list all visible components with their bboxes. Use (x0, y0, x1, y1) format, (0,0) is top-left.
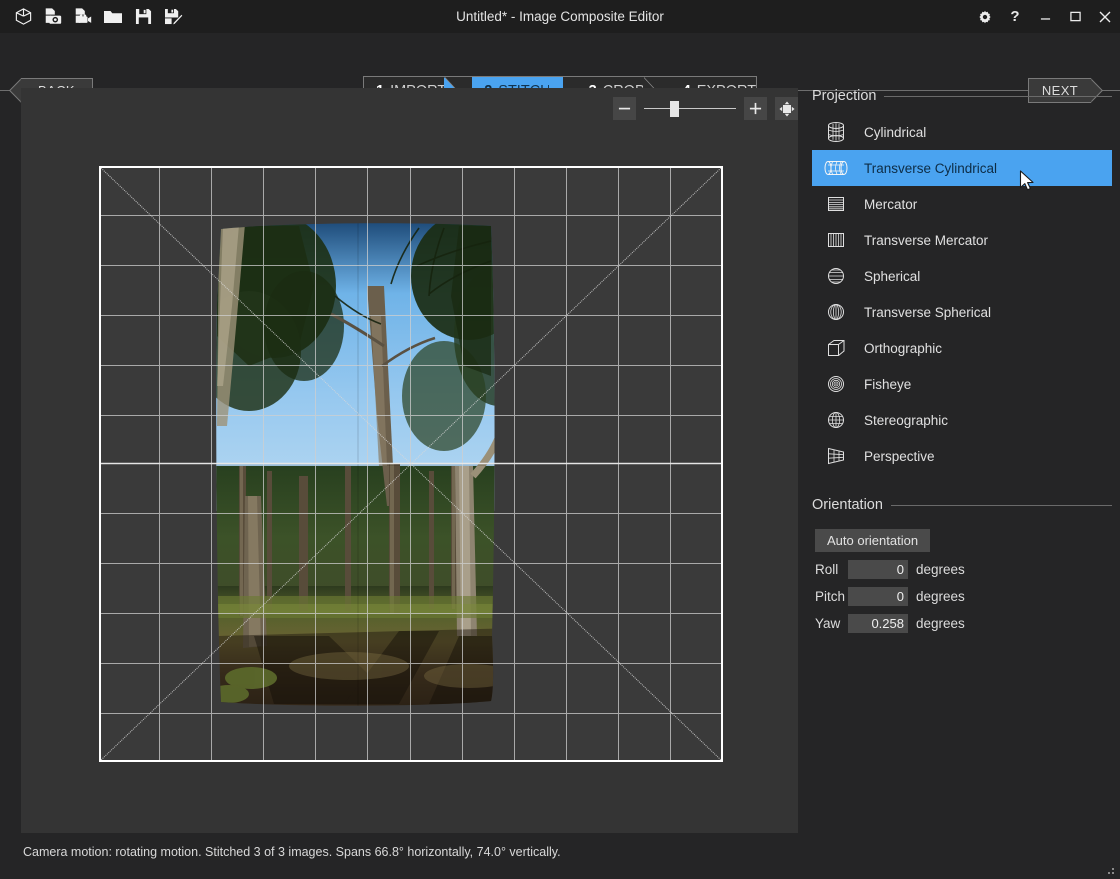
projection-list: Cylindrical Transverse Cylindrical Merca… (812, 114, 1112, 474)
projection-item-label: Transverse Mercator (864, 232, 989, 248)
plus-icon (749, 102, 762, 115)
projection-item-transverse-spherical[interactable]: Transverse Spherical (812, 294, 1112, 330)
new-panorama-button[interactable] (8, 3, 38, 31)
close-icon (1099, 11, 1111, 22)
projection-item-label: Fisheye (864, 376, 912, 392)
orientation-heading: Orientation (812, 497, 883, 513)
projection-heading: Projection (812, 88, 877, 104)
zoom-out-button[interactable] (613, 97, 636, 120)
projection-item-transverse-cylindrical[interactable]: Transverse Cylindrical (812, 150, 1112, 186)
projection-item-mercator[interactable]: Mercator (812, 186, 1112, 222)
close-button[interactable] (1090, 2, 1120, 32)
projection-item-label: Perspective (864, 448, 935, 464)
help-button[interactable]: ? (1000, 2, 1030, 32)
roll-input[interactable]: 0 (848, 560, 908, 579)
new-panorama-icon (15, 8, 31, 25)
save-button[interactable] (128, 3, 158, 31)
help-icon: ? (1010, 8, 1020, 25)
save-as-button[interactable] (158, 3, 188, 31)
save-icon (135, 8, 151, 25)
add-images-icon (45, 8, 62, 24)
transverse-mercator-icon (822, 227, 850, 253)
title-bar: Untitled* - Image Composite Editor ? (0, 0, 1120, 33)
resize-grip-icon[interactable] (1104, 864, 1116, 876)
settings-button[interactable] (970, 2, 1000, 32)
minimize-button[interactable] (1030, 2, 1060, 32)
yaw-input[interactable]: 0.258 (848, 614, 908, 633)
status-message: Camera motion: rotating motion. Stitched… (23, 845, 561, 859)
main-toolbar (0, 3, 188, 31)
status-bar: Camera motion: rotating motion. Stitched… (0, 840, 1120, 879)
fisheye-icon (822, 371, 850, 397)
yaw-row: Yaw 0.258 degrees (815, 614, 1112, 633)
projection-item-spherical[interactable]: Spherical (812, 258, 1112, 294)
mercator-icon (822, 191, 850, 217)
projection-section-header: Projection (812, 88, 1112, 104)
save-as-icon (164, 8, 183, 25)
add-video-button[interactable] (68, 3, 98, 31)
projection-item-label: Orthographic (864, 340, 943, 356)
cube-icon (822, 335, 850, 361)
side-panel: Projection Cylindrical Transverse Cylind… (812, 88, 1112, 833)
projection-item-transverse-mercator[interactable]: Transverse Mercator (812, 222, 1112, 258)
projection-item-stereographic[interactable]: Stereographic (812, 402, 1112, 438)
perspective-icon (822, 443, 850, 469)
zoom-slider[interactable] (644, 97, 736, 120)
projection-item-label: Mercator (864, 196, 918, 212)
window-controls: ? (970, 0, 1120, 33)
sphere-icon (822, 263, 850, 289)
projection-item-perspective[interactable]: Perspective (812, 438, 1112, 474)
pitch-unit: degrees (916, 589, 965, 604)
minus-icon (618, 107, 631, 110)
add-images-button[interactable] (38, 3, 68, 31)
yaw-label: Yaw (815, 616, 841, 631)
open-button[interactable] (98, 3, 128, 31)
zoom-in-button[interactable] (744, 97, 767, 120)
section-divider (890, 504, 1112, 506)
projection-item-label: Transverse Cylindrical (864, 160, 998, 176)
pitch-row: Pitch 0 degrees (815, 587, 1112, 606)
fit-to-window-icon (778, 100, 795, 117)
transverse-sphere-icon (822, 299, 850, 325)
section-divider (884, 95, 1112, 97)
fit-to-window-button[interactable] (775, 97, 798, 120)
zoom-slider-track (644, 108, 736, 109)
maximize-button[interactable] (1060, 2, 1090, 32)
pitch-label: Pitch (815, 589, 846, 604)
orientation-section: Orientation Auto orientation Roll 0 degr… (812, 497, 1112, 633)
roll-label: Roll (815, 562, 839, 577)
zoom-slider-handle[interactable] (670, 101, 679, 117)
gear-icon (979, 10, 991, 23)
projection-item-label: Cylindrical (864, 124, 927, 140)
projection-item-label: Transverse Spherical (864, 304, 992, 320)
stitched-preview[interactable] (99, 166, 723, 762)
cylinder-icon (822, 119, 850, 145)
projection-item-orthographic[interactable]: Orthographic (812, 330, 1112, 366)
yaw-unit: degrees (916, 616, 965, 631)
maximize-icon (1069, 11, 1081, 22)
open-folder-icon (104, 11, 122, 23)
add-video-icon (75, 8, 92, 23)
roll-unit: degrees (916, 562, 965, 577)
step-navigation: BACK 1 IMPORT 2 STITCH 3 CROP 4 EXPORT N… (0, 33, 1120, 105)
zoom-controls (613, 97, 798, 120)
canvas-panel[interactable] (21, 88, 798, 833)
transverse-cylinder-icon (822, 155, 850, 181)
projection-item-fisheye[interactable]: Fisheye (812, 366, 1112, 402)
projection-item-label: Spherical (864, 268, 921, 284)
pitch-input[interactable]: 0 (848, 587, 908, 606)
projection-bounding-box (99, 166, 723, 762)
minimize-icon (1040, 18, 1050, 20)
orientation-section-header: Orientation (812, 497, 1112, 513)
auto-orientation-button[interactable]: Auto orientation (815, 529, 931, 552)
roll-row: Roll 0 degrees (815, 560, 1112, 579)
projection-item-label: Stereographic (864, 412, 949, 428)
projection-item-cylindrical[interactable]: Cylindrical (812, 114, 1112, 150)
stereographic-icon (822, 407, 850, 433)
